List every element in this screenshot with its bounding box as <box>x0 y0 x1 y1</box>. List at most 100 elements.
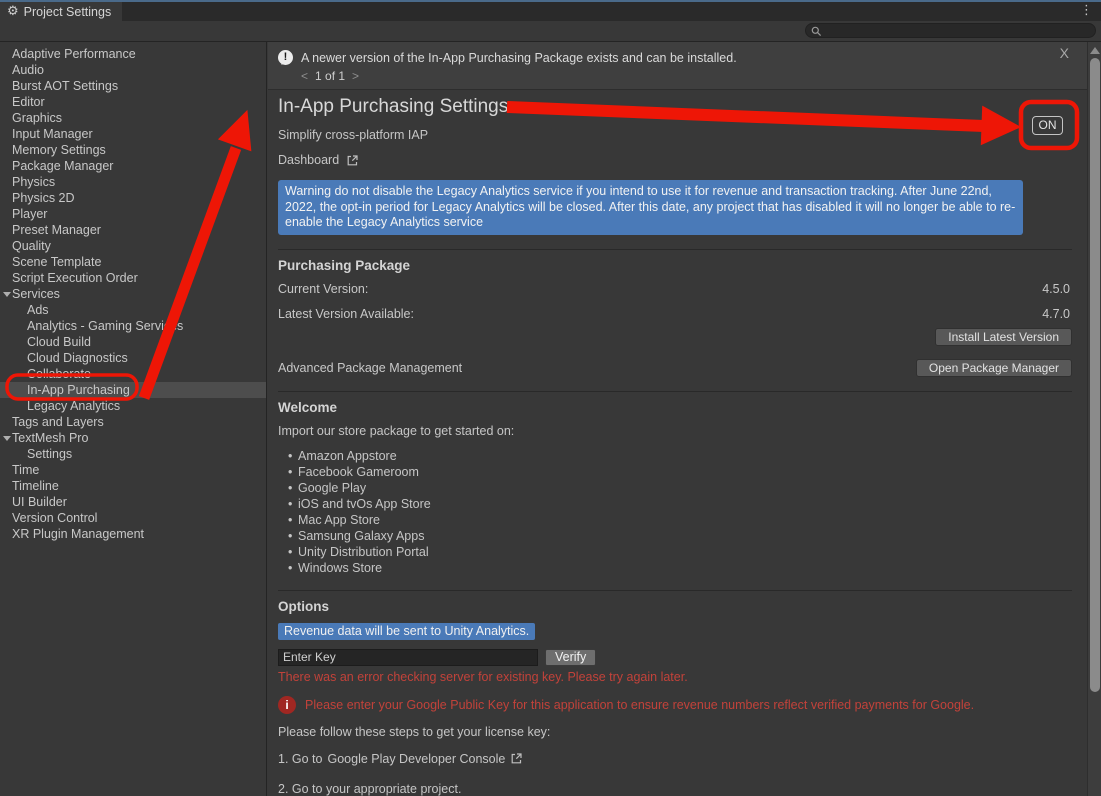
sidebar-item-time[interactable]: Time <box>0 462 266 478</box>
sidebar-item-label: Ads <box>0 302 266 318</box>
sidebar-item-label: Cloud Build <box>0 334 266 350</box>
sidebar-item-label: Tags and Layers <box>0 414 266 430</box>
sidebar-item-editor[interactable]: Editor <box>0 94 266 110</box>
sidebar-item-label: Analytics - Gaming Services <box>0 318 266 334</box>
welcome-title: Welcome <box>278 400 1072 415</box>
vertical-scrollbar <box>1087 42 1101 796</box>
foldout-expanded-icon[interactable] <box>3 292 11 297</box>
sidebar-item-services[interactable]: Services <box>0 286 266 302</box>
sidebar-item-label: Audio <box>0 62 266 78</box>
store-list-item: Facebook Gameroom <box>278 464 1072 480</box>
pager-prev-button[interactable]: < <box>301 69 308 83</box>
sidebar-item-label: XR Plugin Management <box>0 526 266 542</box>
sidebar-item-cloud-build[interactable]: Cloud Build <box>0 334 266 350</box>
step-2: 2. Go to your appropriate project. <box>278 782 1072 796</box>
settings-toolbar <box>0 21 1101 42</box>
advanced-package-management-label: Advanced Package Management <box>278 361 462 375</box>
sidebar-item-settings[interactable]: Settings <box>0 446 266 462</box>
scroll-up-arrow-icon[interactable] <box>1090 47 1100 54</box>
gear-icon: ⚙ <box>7 5 19 18</box>
sidebar-item-label: Settings <box>0 446 266 462</box>
sidebar-item-label: Timeline <box>0 478 266 494</box>
sidebar-item-xr-plugin-management[interactable]: XR Plugin Management <box>0 526 266 542</box>
pager-next-button[interactable]: > <box>352 69 359 83</box>
sidebar-item-physics-2d[interactable]: Physics 2D <box>0 190 266 206</box>
sidebar-item-adaptive-performance[interactable]: Adaptive Performance <box>0 46 266 62</box>
sidebar-item-audio[interactable]: Audio <box>0 62 266 78</box>
sidebar-item-memory-settings[interactable]: Memory Settings <box>0 142 266 158</box>
sidebar-item-player[interactable]: Player <box>0 206 266 222</box>
section-divider <box>278 249 1072 250</box>
google-play-console-link[interactable]: Google Play Developer Console <box>327 752 505 766</box>
search-input[interactable] <box>824 24 1092 37</box>
window-title: Project Settings <box>24 5 112 19</box>
kebab-menu-icon[interactable]: ⋮ <box>1080 3 1093 18</box>
sidebar-item-timeline[interactable]: Timeline <box>0 478 266 494</box>
install-latest-version-button[interactable]: Install Latest Version <box>935 328 1072 346</box>
sidebar-item-tags-and-layers[interactable]: Tags and Layers <box>0 414 266 430</box>
store-list-item: Unity Distribution Portal <box>278 544 1072 560</box>
notification-close-button[interactable]: X <box>1060 45 1069 61</box>
sidebar-item-package-manager[interactable]: Package Manager <box>0 158 266 174</box>
sidebar-item-scene-template[interactable]: Scene Template <box>0 254 266 270</box>
foldout-expanded-icon[interactable] <box>3 436 11 441</box>
pager-label: 1 of 1 <box>315 69 345 83</box>
open-package-manager-button[interactable]: Open Package Manager <box>916 359 1072 377</box>
scrollbar-thumb[interactable] <box>1090 58 1100 692</box>
sidebar-item-label: Player <box>0 206 266 222</box>
sidebar-item-legacy-analytics[interactable]: Legacy Analytics <box>0 398 266 414</box>
sidebar-item-label: Script Execution Order <box>0 270 266 286</box>
current-version-value: 4.5.0 <box>1042 282 1070 296</box>
latest-version-label: Latest Version Available: <box>278 307 414 321</box>
external-link-icon <box>346 154 359 167</box>
tab-project-settings[interactable]: ⚙ Project Settings <box>0 2 122 21</box>
iap-enabled-toggle-on-button[interactable]: ON <box>1032 116 1063 135</box>
sidebar-item-label: Memory Settings <box>0 142 266 158</box>
key-check-error-message: There was an error checking server for e… <box>278 670 1072 684</box>
sidebar-item-label: Graphics <box>0 110 266 126</box>
sidebar-item-in-app-purchasing[interactable]: In-App Purchasing <box>0 382 266 398</box>
sidebar-item-analytics-gaming-services[interactable]: Analytics - Gaming Services <box>0 318 266 334</box>
search-box <box>805 23 1096 38</box>
sidebar-item-ui-builder[interactable]: UI Builder <box>0 494 266 510</box>
notification-bubble-icon: ! <box>278 50 293 65</box>
latest-version-value: 4.7.0 <box>1042 307 1070 321</box>
sidebar-list: Adaptive PerformanceAudioBurst AOT Setti… <box>0 46 266 542</box>
sidebar-item-physics[interactable]: Physics <box>0 174 266 190</box>
step-1: 1. Go to Google Play Developer Console <box>278 752 1072 766</box>
sidebar-item-cloud-diagnostics[interactable]: Cloud Diagnostics <box>0 350 266 366</box>
sidebar-item-label: Editor <box>0 94 266 110</box>
sidebar-item-burst-aot-settings[interactable]: Burst AOT Settings <box>0 78 266 94</box>
sidebar-item-quality[interactable]: Quality <box>0 238 266 254</box>
license-key-input[interactable] <box>278 649 538 666</box>
sidebar-item-graphics[interactable]: Graphics <box>0 110 266 126</box>
page-title: In-App Purchasing Settings <box>278 96 1072 118</box>
sidebar-item-script-execution-order[interactable]: Script Execution Order <box>0 270 266 286</box>
title-bar: ⚙ Project Settings ⋮ <box>0 2 1101 21</box>
sidebar-item-label: Version Control <box>0 510 266 526</box>
sidebar-item-label: Burst AOT Settings <box>0 78 266 94</box>
welcome-intro: Import our store package to get started … <box>278 424 1072 438</box>
store-list-item: iOS and tvOs App Store <box>278 496 1072 512</box>
sidebar-item-label: Quality <box>0 238 266 254</box>
dashboard-link-label: Dashboard <box>278 153 339 167</box>
update-notification-banner: ! A newer version of the In-App Purchasi… <box>268 42 1087 90</box>
sidebar-item-label: Preset Manager <box>0 222 266 238</box>
sidebar-item-collaborate[interactable]: Collaborate <box>0 366 266 382</box>
sidebar-item-version-control[interactable]: Version Control <box>0 510 266 526</box>
settings-content: ! A newer version of the In-App Purchasi… <box>268 42 1087 796</box>
sidebar-item-label: Time <box>0 462 266 478</box>
sidebar-item-ads[interactable]: Ads <box>0 302 266 318</box>
verify-key-button[interactable]: Verify <box>545 649 596 666</box>
sidebar-item-input-manager[interactable]: Input Manager <box>0 126 266 142</box>
sidebar-item-label: In-App Purchasing <box>0 382 266 398</box>
settings-sidebar: Adaptive PerformanceAudioBurst AOT Setti… <box>0 42 267 796</box>
sidebar-item-preset-manager[interactable]: Preset Manager <box>0 222 266 238</box>
dashboard-link[interactable]: Dashboard <box>278 153 359 167</box>
sidebar-item-textmesh-pro[interactable]: TextMesh Pro <box>0 430 266 446</box>
sidebar-item-label: Cloud Diagnostics <box>0 350 266 366</box>
current-version-label: Current Version: <box>278 282 368 296</box>
notification-message: A newer version of the In-App Purchasing… <box>301 51 737 65</box>
analytics-revenue-note: Revenue data will be sent to Unity Analy… <box>278 623 535 640</box>
error-info-icon: i <box>278 696 296 714</box>
